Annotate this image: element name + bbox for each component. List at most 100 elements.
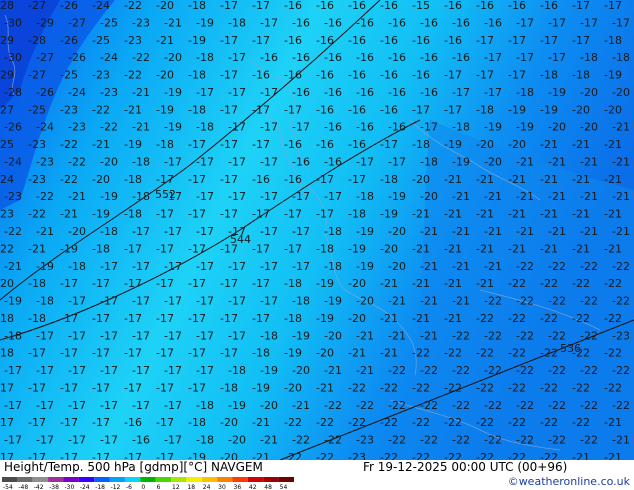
- temperature-value: -17: [4, 399, 22, 412]
- temperature-value: -22: [476, 347, 494, 360]
- temperature-value: -22: [540, 312, 558, 325]
- temperature-value: -26: [60, 34, 78, 47]
- temperature-value: -17: [260, 86, 278, 99]
- temperature-value: -17: [316, 208, 334, 221]
- temperature-value: -18: [156, 138, 174, 151]
- temperature-value: -17: [92, 416, 110, 429]
- temperature-value: -15: [412, 0, 430, 12]
- temperature-value: -16: [348, 34, 366, 47]
- temperature-value: -18: [100, 225, 118, 238]
- temperature-value: -17: [28, 416, 46, 429]
- temperature-value: -21: [508, 242, 526, 255]
- temperature-value: -22: [348, 416, 366, 429]
- temperature-value: -16: [388, 51, 406, 64]
- temperature-value: -19: [508, 103, 526, 116]
- temperature-value: -22: [476, 312, 494, 325]
- temperature-value: -17: [188, 242, 206, 255]
- temperature-value: -22: [548, 364, 566, 377]
- temperature-value: -21: [252, 416, 270, 429]
- temperature-value: -22: [412, 416, 430, 429]
- temperature-value: -22: [612, 399, 630, 412]
- temperature-value: -17: [60, 277, 78, 290]
- temperature-value: -22: [420, 399, 438, 412]
- temperature-value: -21: [508, 173, 526, 186]
- temperature-value: -22: [412, 381, 430, 394]
- temperature-value: -18: [572, 69, 590, 82]
- temperature-value: -20: [316, 347, 334, 360]
- temperature-value: -22: [580, 399, 598, 412]
- temperature-value: -16: [316, 103, 334, 116]
- temperature-value: -19: [164, 86, 182, 99]
- temperature-value: -21: [612, 155, 630, 168]
- temperature-value: -21: [164, 16, 182, 29]
- temperature-value: -21: [476, 242, 494, 255]
- temperature-value: -26: [36, 86, 54, 99]
- temperature-value: -17: [60, 347, 78, 360]
- scale-tick-label: -42: [34, 484, 44, 489]
- temperature-value: -18: [380, 173, 398, 186]
- temperature-value: -16: [356, 121, 374, 134]
- temperature-value: -16: [540, 0, 558, 12]
- temperature-value: -20: [220, 451, 238, 460]
- temperature-value: -22: [508, 416, 526, 429]
- temperature-value: -28: [4, 86, 22, 99]
- temperature-value: -19: [92, 208, 110, 221]
- temperature-value: -21: [444, 173, 462, 186]
- temperature-value: -22: [324, 434, 342, 447]
- temperature-value: -18: [188, 416, 206, 429]
- temperature-value: -26: [4, 121, 22, 134]
- temperature-value: -17: [92, 277, 110, 290]
- temperature-value: -17: [124, 451, 142, 460]
- temperature-value: -22: [92, 103, 110, 116]
- temperature-value: -22: [484, 364, 502, 377]
- temperature-value: -22: [612, 295, 630, 308]
- temperature-value: -22: [580, 329, 598, 342]
- site-credit[interactable]: ©weatheronline.co.uk: [508, 475, 630, 488]
- temperature-value: -16: [444, 34, 462, 47]
- temperature-value: -22: [548, 399, 566, 412]
- temperature-value: -21: [444, 242, 462, 255]
- temperature-value: -20: [324, 329, 342, 342]
- temperature-value: -17: [196, 155, 214, 168]
- map-footer: Height/Temp. 500 hPa [gdmp][°C] NAVGEM F…: [0, 460, 634, 490]
- temperature-value: -17: [156, 347, 174, 360]
- scale-tick-label: -24: [80, 484, 90, 489]
- temperature-value: -17: [36, 364, 54, 377]
- temperature-value: -17: [124, 347, 142, 360]
- temperature-value: -19: [292, 329, 310, 342]
- temperature-value: -23: [36, 155, 54, 168]
- temperature-value: -17: [68, 434, 86, 447]
- temperature-value: -17: [444, 103, 462, 116]
- temperature-value: -17: [228, 86, 246, 99]
- temperature-value: -17: [260, 16, 278, 29]
- temperature-value: -21: [92, 138, 110, 151]
- temperature-value: -19: [316, 312, 334, 325]
- temperature-value: -17: [132, 364, 150, 377]
- temperature-value: -22: [508, 277, 526, 290]
- temperature-value: -18: [188, 0, 206, 12]
- temperature-value: -17: [260, 225, 278, 238]
- temperature-value: -19: [324, 295, 342, 308]
- temperature-value: -22: [572, 381, 590, 394]
- temperature-value: -19: [380, 208, 398, 221]
- temperature-value: -17: [572, 34, 590, 47]
- temperature-value: -17: [36, 434, 54, 447]
- temperature-value: -19: [604, 69, 622, 82]
- temperature-value: -21: [124, 103, 142, 116]
- temperature-value: -17: [60, 312, 78, 325]
- temperature-value: -17: [28, 451, 46, 460]
- temperature-value: -22: [388, 399, 406, 412]
- scale-swatch: [63, 477, 79, 482]
- temperature-value: -16: [420, 51, 438, 64]
- temperature-value: -18: [516, 86, 534, 99]
- temperature-value: -22: [36, 190, 54, 203]
- temperature-value: -24: [36, 121, 54, 134]
- temperature-value: -17: [284, 208, 302, 221]
- temperature-value: -18: [348, 208, 366, 221]
- temperature-value: -20: [348, 277, 366, 290]
- temperature-value: -17: [124, 312, 142, 325]
- temperature-value: -21: [604, 173, 622, 186]
- temperature-value: -18: [132, 155, 150, 168]
- temperature-value: -19: [348, 242, 366, 255]
- temperature-value: -22: [476, 416, 494, 429]
